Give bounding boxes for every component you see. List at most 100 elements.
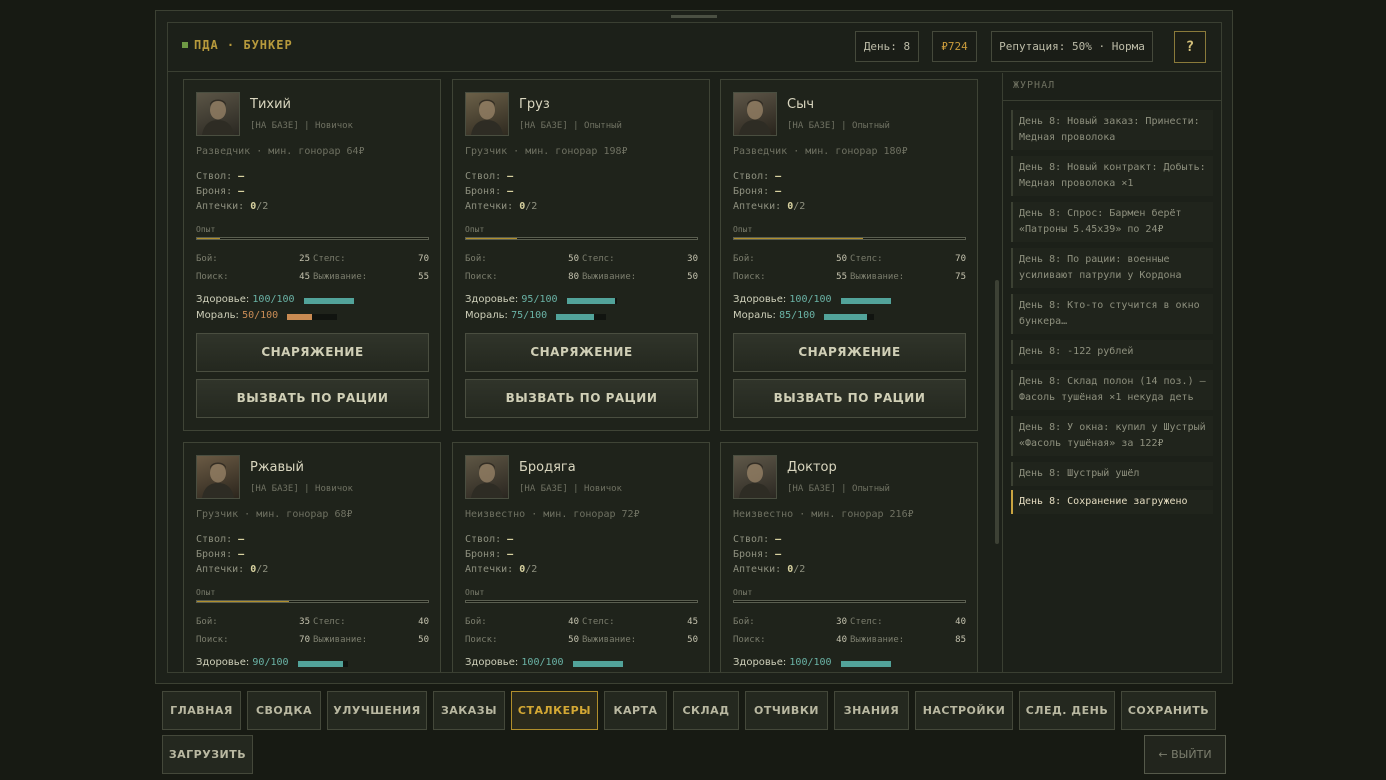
exit-button[interactable]: ← ВЫЙТИ <box>1144 735 1226 774</box>
stalker-status: [НА БАЗЕ] | Новичок <box>250 484 353 494</box>
xp-bar <box>733 600 966 603</box>
journal-entry: День 8: Новый контракт: Добыть: Медная п… <box>1011 156 1213 196</box>
search-value: 50 <box>568 635 579 645</box>
tab-5[interactable]: КАРТА <box>604 691 667 730</box>
morale-bar <box>287 314 337 320</box>
combat-label: Бой: <box>733 254 755 264</box>
medkits-row: Аптечки: 0/2 <box>733 201 805 212</box>
medkits-max: /2 <box>793 201 806 212</box>
survival-value: 55 <box>418 272 429 282</box>
radio-call-button[interactable]: ВЫЗВАТЬ ПО РАЦИИ <box>733 379 966 418</box>
stalker-status: [НА БАЗЕ] | Опытный <box>787 484 890 494</box>
tab-12[interactable]: ЗАГРУЗИТЬ <box>162 735 253 774</box>
stalker-portrait <box>196 455 240 499</box>
xp-fill <box>197 601 290 602</box>
page-title-text: ПДА · БУНКЕР <box>194 38 293 52</box>
tab-6[interactable]: СКЛАД <box>673 691 739 730</box>
equipment-button[interactable]: СНАРЯЖЕНИЕ <box>196 333 429 372</box>
medkits-row: Аптечки: 0/2 <box>196 201 268 212</box>
medkits-max: /2 <box>525 201 538 212</box>
combat-label: Бой: <box>465 254 487 264</box>
health-row: Здоровье: 100/100 <box>733 657 832 668</box>
journal-title: ЖУРНАЛ <box>1013 80 1056 91</box>
xp-bar <box>465 600 698 603</box>
tab-4[interactable]: СТАЛКЕРЫ <box>511 691 598 730</box>
armor-row: Броня: — <box>196 186 244 197</box>
morale-label: Мораль: <box>733 310 776 321</box>
help-button[interactable]: ? <box>1174 31 1206 63</box>
search-value: 80 <box>568 272 579 282</box>
tab-7[interactable]: ОТЧИВКИ <box>745 691 828 730</box>
stalker-card: Доктор [НА БАЗЕ] | Опытный Неизвестно · … <box>720 442 978 672</box>
morale-bar <box>824 314 874 320</box>
xp-bar <box>196 600 429 603</box>
drag-handle[interactable] <box>671 15 717 18</box>
person-icon <box>202 462 234 498</box>
weapon-row: Ствол: — <box>196 534 244 545</box>
tab-1[interactable]: СВОДКА <box>247 691 321 730</box>
weapon-label: Ствол: <box>733 171 770 182</box>
stalker-card: Тихий [НА БАЗЕ] | Новичок Разведчик · ми… <box>183 79 441 431</box>
morale-value: 50/100 <box>242 310 279 321</box>
journal-entry: День 8: У окна: купил у Шустрый «Фасоль … <box>1011 416 1213 456</box>
status-square-icon <box>182 42 188 48</box>
search-value: 55 <box>836 272 847 282</box>
person-icon <box>471 462 503 498</box>
journal-entry: День 8: Кто-то стучится в окно бункера… <box>1011 294 1213 334</box>
stalker-portrait <box>733 455 777 499</box>
armor-value: — <box>507 186 514 197</box>
health-row: Здоровье: 100/100 <box>733 294 832 305</box>
health-label: Здоровье: <box>196 294 250 305</box>
morale-fill <box>556 314 594 320</box>
radio-call-button[interactable]: ВЫЗВАТЬ ПО РАЦИИ <box>196 379 429 418</box>
tab-2[interactable]: УЛУЧШЕНИЯ <box>327 691 427 730</box>
armor-row: Броня: — <box>733 549 781 560</box>
stalker-portrait <box>465 455 509 499</box>
radio-call-button[interactable]: ВЫЗВАТЬ ПО РАЦИИ <box>465 379 698 418</box>
survival-value: 75 <box>955 272 966 282</box>
armor-label: Броня: <box>733 549 770 560</box>
weapon-label: Ствол: <box>196 534 233 545</box>
stalker-name: Доктор <box>787 460 837 475</box>
weapon-label: Ствол: <box>465 171 502 182</box>
survival-label: Выживание: <box>582 635 637 645</box>
tab-10[interactable]: СЛЕД. ДЕНЬ <box>1019 691 1115 730</box>
armor-label: Броня: <box>196 186 233 197</box>
stalker-name: Сыч <box>787 97 815 112</box>
tab-9[interactable]: НАСТРОЙКИ <box>915 691 1013 730</box>
health-bar <box>573 661 623 667</box>
journal-divider <box>1003 100 1222 101</box>
medkits-max: /2 <box>256 564 269 575</box>
medkits-max: /2 <box>525 564 538 575</box>
tab-0[interactable]: ГЛАВНАЯ <box>162 691 241 730</box>
health-fill <box>841 298 891 304</box>
equipment-button[interactable]: СНАРЯЖЕНИЕ <box>465 333 698 372</box>
stealth-label: Стелс: <box>850 254 883 264</box>
armor-label: Броня: <box>465 186 502 197</box>
xp-bar <box>733 237 966 240</box>
xp-label: Опыт <box>196 225 216 234</box>
journal-entry: День 8: -122 рублей <box>1011 340 1213 364</box>
cards-scrollbar[interactable] <box>995 280 999 544</box>
health-value: 100/100 <box>252 294 295 305</box>
health-value: 100/100 <box>789 294 832 305</box>
weapon-label: Ствол: <box>196 171 233 182</box>
tab-8[interactable]: ЗНАНИЯ <box>834 691 909 730</box>
medkits-label: Аптечки: <box>465 201 514 212</box>
page-title: ПДА · БУНКЕР <box>182 38 293 52</box>
armor-value: — <box>238 186 245 197</box>
tab-11[interactable]: СОХРАНИТЬ <box>1121 691 1216 730</box>
tab-3[interactable]: ЗАКАЗЫ <box>433 691 505 730</box>
weapon-row: Ствол: — <box>733 171 781 182</box>
health-label: Здоровье: <box>465 657 519 668</box>
stealth-label: Стелс: <box>582 254 615 264</box>
xp-bar <box>196 237 429 240</box>
stealth-value: 40 <box>418 617 429 627</box>
stealth-value: 40 <box>955 617 966 627</box>
stalker-portrait <box>465 92 509 136</box>
stalker-role: Неизвестно · мин. гонорар 72₽ <box>465 509 640 520</box>
health-fill <box>841 661 891 667</box>
armor-row: Броня: — <box>465 186 513 197</box>
medkits-row: Аптечки: 0/2 <box>465 201 537 212</box>
equipment-button[interactable]: СНАРЯЖЕНИЕ <box>733 333 966 372</box>
